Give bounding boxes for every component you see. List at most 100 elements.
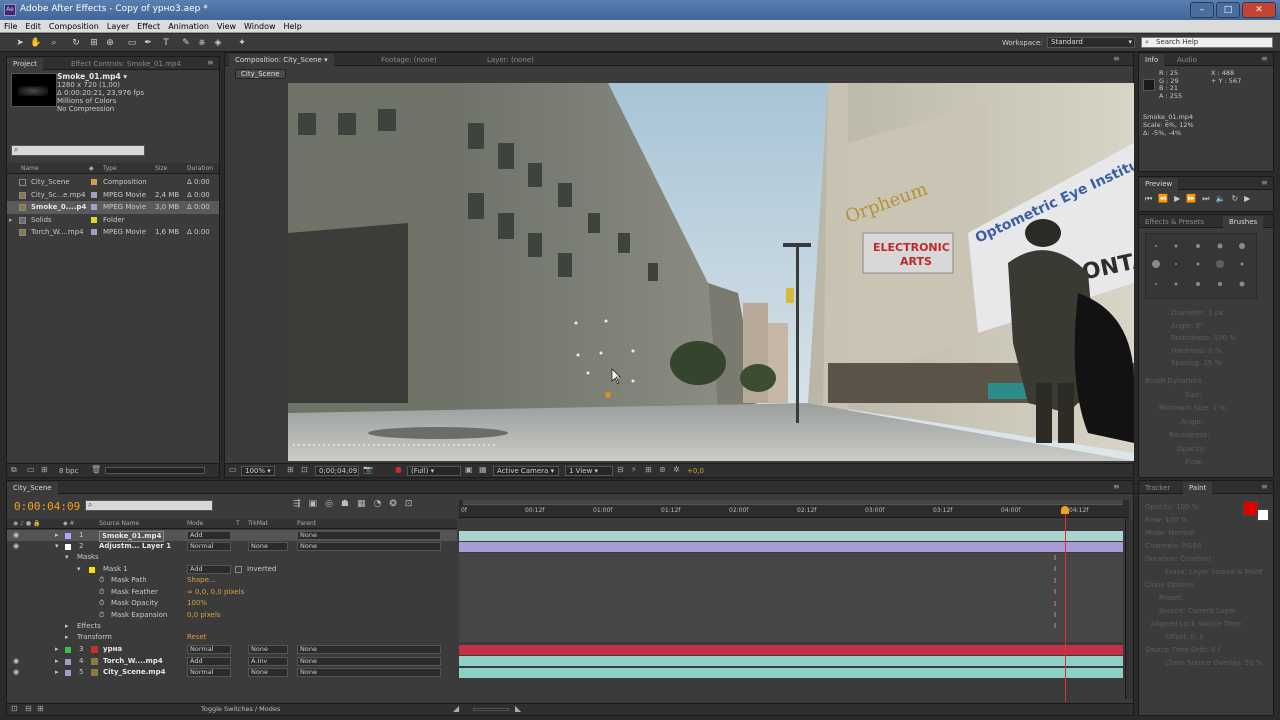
pen-tool-icon[interactable]: ✒ (142, 37, 154, 49)
tab-layer[interactable]: Layer: (none) (481, 54, 540, 66)
project-item[interactable]: City_Scene Composition Δ 0:00 (7, 176, 219, 189)
layer-mode-select[interactable]: Normal (187, 542, 231, 551)
loop-icon[interactable]: ↻ (1231, 194, 1244, 203)
project-item[interactable]: City_Sc...e.mp4 MPEG Movie 2,4 MB Δ 0:00 (7, 189, 219, 202)
layer-parent-select[interactable]: None (297, 645, 441, 654)
menu-effect[interactable]: Effect (133, 20, 164, 33)
inverted-checkbox[interactable] (235, 566, 242, 573)
composition-viewer[interactable]: ELECTRONIC ARTS Orpheum Optometric Eye I… (288, 83, 1134, 461)
layer-parent-select[interactable]: None (297, 531, 441, 540)
layer-parent-select[interactable]: None (297, 668, 441, 677)
triangle-right-icon[interactable]: ▸ (65, 621, 69, 632)
ram-preview-icon[interactable]: ▶ (1244, 194, 1256, 203)
puppet-tool-icon[interactable]: ✦ (236, 37, 248, 49)
keyframe-icon[interactable]: I (1054, 564, 1056, 575)
stopwatch-icon[interactable]: ⏱ (99, 575, 104, 586)
exposure-value[interactable]: +0,0 (687, 467, 704, 475)
safe-margins-icon[interactable]: ⊡ (301, 465, 308, 474)
eye-icon[interactable]: ◉ (13, 541, 19, 552)
new-folder-icon[interactable]: ▭ (27, 465, 35, 474)
label-swatch[interactable] (65, 533, 71, 539)
menu-animation[interactable]: Animation (164, 20, 213, 33)
draft-3d-icon[interactable]: ◎ (325, 499, 341, 509)
mask-property-row[interactable]: ⏱ Mask Expansion 0,0 pixels (7, 610, 457, 621)
project-scrollbar[interactable] (105, 467, 205, 474)
triangle-down-icon[interactable]: ▾ (65, 552, 69, 563)
time-ruler[interactable]: 0f 00:12f 01:00f 01:12f 02:00f 02:12f 03… (459, 500, 1129, 518)
toggle-pixel-aspect-icon[interactable]: ⊟ (617, 465, 624, 474)
layer-parent-select[interactable]: None (297, 542, 441, 551)
layer-row[interactable]: ◉ ▸ 5 City_Scene.mp4 Normal None None (7, 667, 457, 678)
graph-editor-icon[interactable]: ⊡ (405, 499, 421, 509)
snapshot-icon[interactable]: 📷 (363, 465, 373, 474)
triangle-right-icon[interactable]: ▸ (55, 644, 59, 655)
hide-shy-layers-icon[interactable]: ☗ (341, 499, 357, 509)
layer-trkmat-select[interactable]: None (248, 542, 288, 551)
expand-stretch-icon[interactable]: ⊞ (37, 704, 44, 713)
menu-window[interactable]: Window (240, 20, 280, 33)
layer-duration-bar-urna[interactable] (459, 645, 1123, 655)
new-composition-icon[interactable]: ⊞ (41, 465, 48, 474)
fast-previews-icon[interactable]: ⚡ (631, 465, 637, 474)
col-source-name[interactable]: Source Name (99, 520, 139, 527)
property-value[interactable]: 0,0 pixels (187, 610, 221, 621)
layer-row[interactable]: ◉ ▸ 4 Torch_W....mp4 Add A.Inv None (7, 656, 457, 667)
clone-stamp-tool-icon[interactable]: ⎈ (196, 37, 208, 49)
toggle-switches-modes-button[interactable]: Toggle Switches / Modes (201, 705, 280, 713)
layer-mode-select[interactable]: Normal (187, 645, 231, 654)
expand-layer-switches-icon[interactable]: ⊡ (11, 704, 18, 713)
play-icon[interactable]: ▶ (1174, 194, 1186, 203)
layer-mode-select[interactable]: Normal (187, 668, 231, 677)
masks-group-row[interactable]: ▾ Masks (7, 552, 457, 563)
eraser-tool-icon[interactable]: ◈ (212, 37, 224, 49)
view-layout-select[interactable]: 1 View ▾ (565, 466, 613, 476)
panel-menu-icon[interactable]: ≡ (1261, 482, 1268, 491)
panel-menu-icon[interactable]: ≡ (1261, 54, 1268, 63)
transparency-grid-icon[interactable]: ▦ (479, 465, 487, 474)
zoom-out-icon[interactable]: ◢ (453, 704, 459, 713)
mask-property-row[interactable]: ⏱ Mask Path Shape... (7, 575, 457, 586)
tab-project[interactable]: Project (7, 58, 43, 70)
layer-name[interactable]: Torch_W....mp4 (103, 656, 163, 667)
always-preview-icon[interactable]: ▭ (229, 465, 237, 474)
layer-duration-bar-torch[interactable] (459, 656, 1123, 666)
stopwatch-icon[interactable]: ⏱ (99, 610, 104, 621)
layer-parent-select[interactable]: None (297, 656, 441, 666)
maximize-button[interactable]: □ (1216, 2, 1240, 18)
triangle-right-icon[interactable]: ▸ (65, 632, 69, 643)
project-item-selected[interactable]: Smoke_0....p4 MPEG Movie 3,0 MB Δ 0:00 (7, 201, 219, 214)
search-help-input[interactable]: ⌕ Search Help (1141, 37, 1273, 48)
expand-modes-icon[interactable]: ⊟ (25, 704, 32, 713)
flowchart-icon[interactable]: ⊛ (659, 465, 666, 474)
region-of-interest-icon[interactable]: ▣ (465, 465, 473, 474)
panel-menu-icon[interactable]: ≡ (1261, 178, 1268, 187)
workspace-select[interactable]: Standard ▾ (1047, 37, 1135, 48)
label-swatch[interactable] (65, 670, 71, 676)
camera-tool-icon[interactable]: ⊞ (88, 37, 100, 49)
frame-blending-icon[interactable]: ▦ (357, 499, 374, 509)
timeline-search-input[interactable]: ⌕ (85, 500, 213, 511)
layer-name[interactable]: City_Scene.mp4 (103, 667, 165, 678)
mask-color-swatch[interactable] (89, 567, 95, 573)
selection-tool-icon[interactable]: ➤ (14, 37, 26, 49)
layer-duration-bar-city[interactable] (459, 668, 1123, 678)
layer-trkmat-select[interactable]: None (248, 668, 288, 677)
previous-frame-icon[interactable]: ⏪ (1158, 194, 1174, 203)
timeline-current-time[interactable]: 0:00:04:09 (14, 500, 80, 513)
col-trkmat[interactable]: TrkMat (248, 520, 268, 527)
tab-paint[interactable]: Paint (1183, 482, 1213, 494)
triangle-right-icon[interactable]: ▸ (55, 656, 59, 667)
first-frame-icon[interactable]: ⏮ (1145, 194, 1158, 203)
timeline-zoom-slider[interactable] (473, 708, 509, 711)
menu-view[interactable]: View (213, 20, 240, 33)
resolution-select[interactable]: (Full) ▾ (407, 466, 461, 476)
keyframe-icon[interactable]: I (1054, 587, 1056, 598)
keyframe-icon[interactable]: I (1054, 553, 1056, 564)
transform-group-row[interactable]: ▸ Transform Reset (7, 632, 457, 643)
layer-trkmat-select[interactable]: A.Inv (248, 656, 288, 666)
comp-breadcrumb[interactable]: City_Scene (235, 69, 286, 79)
col-mode[interactable]: Mode (187, 520, 203, 527)
project-search-input[interactable]: ⌕ (11, 145, 145, 156)
panel-menu-icon[interactable]: ≡ (1113, 54, 1120, 63)
tab-effects-presets[interactable]: Effects & Presets (1139, 216, 1210, 228)
